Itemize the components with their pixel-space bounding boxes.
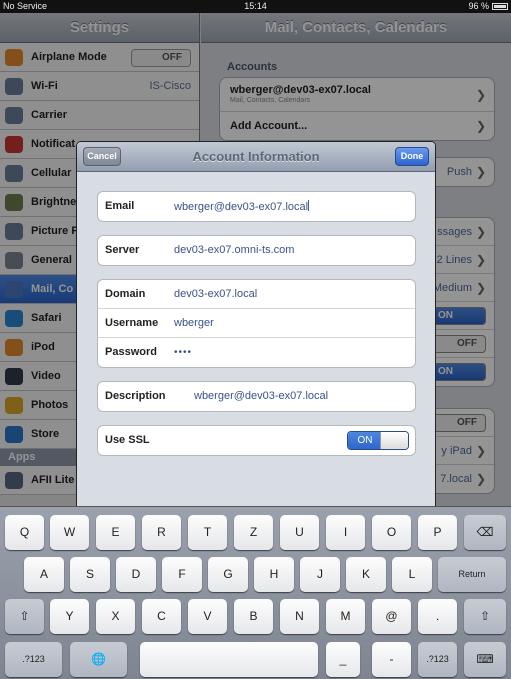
battery-percent: 96 % [468,1,489,11]
key-r[interactable]: R [142,515,181,550]
key-w[interactable]: W [50,515,89,550]
clock: 15:14 [244,1,267,11]
key--[interactable]: - [372,642,411,677]
key-n[interactable]: N [280,599,319,634]
key-u[interactable]: U [280,515,319,550]
globe-key[interactable]: 🌐 [70,642,127,677]
key-q[interactable]: Q [5,515,44,550]
key-k[interactable]: K [346,557,386,592]
username-field[interactable]: wberger [174,317,214,329]
key-@[interactable]: @ [372,599,411,634]
ssl-toggle[interactable]: ON [347,431,409,450]
numbers-key[interactable]: .?123 [5,642,62,677]
ssl-row: Use SSL ON [98,426,415,455]
key-h[interactable]: H [254,557,294,592]
key-g[interactable]: G [208,557,248,592]
key-i[interactable]: I [326,515,365,550]
battery-icon [492,3,508,10]
key-s[interactable]: S [70,557,110,592]
password-field[interactable]: •••• [174,347,192,358]
key-.[interactable]: . [418,599,457,634]
key-e[interactable]: E [96,515,135,550]
key-d[interactable]: D [116,557,156,592]
server-row: Server dev03-ex07.omni-ts.com [98,236,415,265]
description-card: Description wberger@dev03-ex07.local [97,381,416,412]
backspace-key[interactable]: ⌫ [464,515,506,550]
key-y[interactable]: Y [50,599,89,634]
server-label: Server [105,244,140,256]
key-l[interactable]: L [392,557,432,592]
domain-row: Domain dev03-ex07.local [98,280,415,309]
text-cursor [308,200,310,211]
description-row: Description wberger@dev03-ex07.local [98,382,415,411]
ssl-label: Use SSL [105,434,150,446]
ssl-toggle-value: ON [348,432,382,449]
key-j[interactable]: J [300,557,340,592]
credentials-card: Domain dev03-ex07.local Username wberger… [97,279,416,368]
description-field[interactable]: wberger@dev03-ex07.local [194,390,328,402]
key-t[interactable]: T [188,515,227,550]
username-label: Username [105,317,159,329]
done-button[interactable]: Done [395,147,429,166]
shift-key[interactable]: ⇧ [464,599,506,634]
account-information-modal: Cancel Account Information Done Email wb… [76,141,436,507]
ipad-screen: No Service 15:14 96 % Settings Airplane … [0,0,511,679]
email-value: wberger@dev03-ex07.local [174,201,309,213]
key-m[interactable]: M [326,599,365,634]
space-key[interactable] [140,642,318,677]
domain-label: Domain [105,288,146,300]
key-c[interactable]: C [142,599,181,634]
key-p[interactable]: P [418,515,457,550]
on-screen-keyboard: Q W E R T Z U I O P ⌫ A S D F G H J K L Return ⇧ Y X C V B N M @. ⇧ .?1… [0,506,511,679]
modal-title: Account Information [192,149,320,164]
username-row: Username wberger [98,309,415,338]
return-key[interactable]: Return [438,557,506,592]
numbers-key[interactable]: .?123 [418,642,457,677]
key-z[interactable]: Z [234,515,273,550]
key-o[interactable]: O [372,515,411,550]
email-card: Email wberger@dev03-ex07.local [97,191,416,222]
toggle-knob [380,432,408,449]
key-a[interactable]: A [24,557,64,592]
email-field[interactable]: wberger@dev03-ex07.local [174,200,310,213]
password-row: Password •••• [98,338,415,367]
domain-field[interactable]: dev03-ex07.local [174,288,257,300]
key-x[interactable]: X [96,599,135,634]
server-field[interactable]: dev03-ex07.omni-ts.com [174,244,294,256]
status-bar: No Service 15:14 96 % [0,0,511,13]
key-f[interactable]: F [162,557,202,592]
email-label: Email [105,200,135,212]
modal-navbar: Cancel Account Information Done [77,142,435,172]
shift-key[interactable]: ⇧ [5,599,44,634]
server-card: Server dev03-ex07.omni-ts.com [97,235,416,266]
description-label: Description [105,390,166,402]
key-b[interactable]: B [234,599,273,634]
ssl-card: Use SSL ON [97,425,416,456]
email-row: Email wberger@dev03-ex07.local [98,192,415,221]
password-label: Password [105,346,157,358]
hide-keyboard-key[interactable]: ⌨ [464,642,506,677]
key-_[interactable]: _ [326,642,360,677]
key-v[interactable]: V [188,599,227,634]
